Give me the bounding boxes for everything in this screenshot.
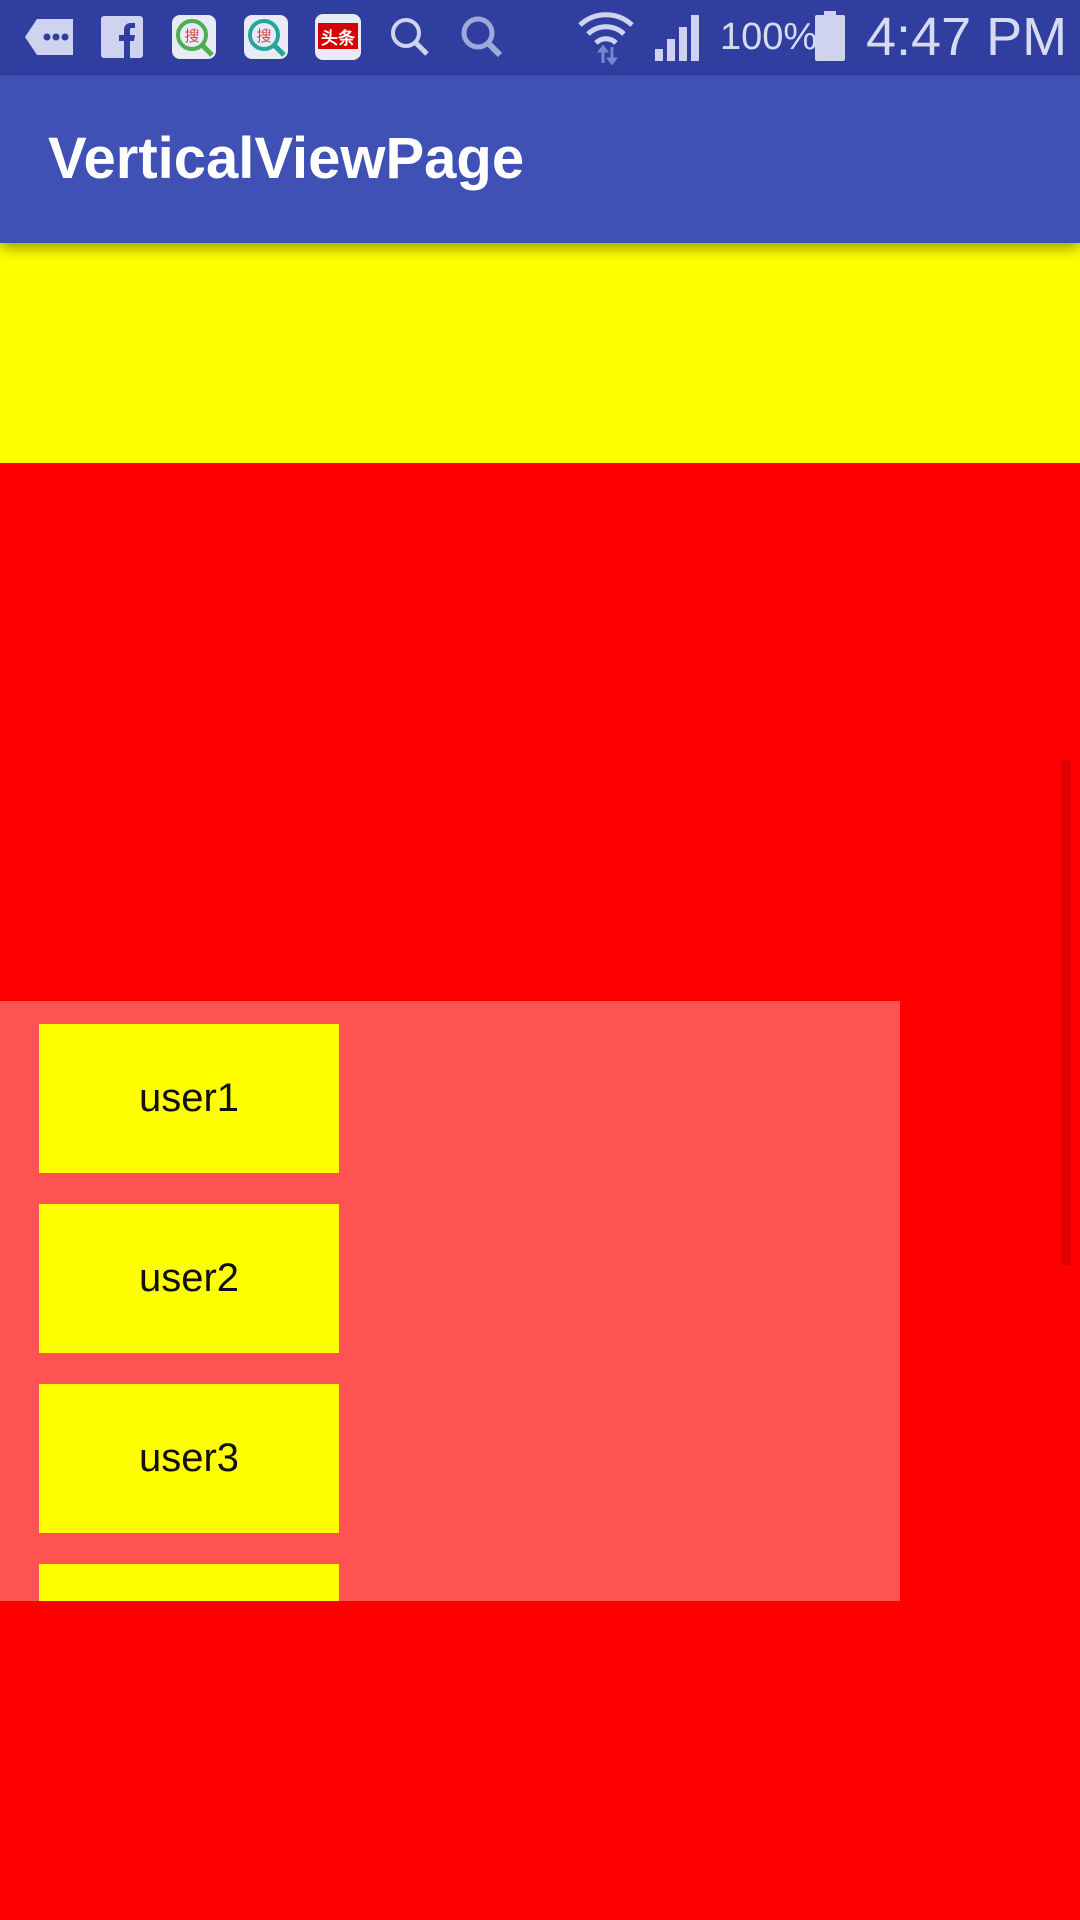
user-card-3[interactable]: user3 xyxy=(39,1384,339,1533)
app-bar: VerticalViewPage xyxy=(0,75,1080,243)
search-icon xyxy=(386,12,434,62)
user-card-label: user2 xyxy=(138,1256,240,1300)
sogou-search-icon: 搜 xyxy=(242,12,290,62)
user-card-4[interactable] xyxy=(39,1564,339,1601)
status-bar: 搜 搜 头条 100% 4:47 PM xyxy=(0,0,1080,75)
svg-text:头条: 头条 xyxy=(321,28,356,49)
signal-icon xyxy=(652,12,704,62)
messages-icon xyxy=(22,12,78,62)
facebook-icon xyxy=(100,12,144,62)
user-card-1[interactable]: user1 xyxy=(39,1024,339,1173)
battery-percent: 100% xyxy=(720,16,818,58)
svg-text:搜: 搜 xyxy=(184,27,199,45)
screen: 搜 搜 头条 100% 4:47 PM VerticalViewPage use… xyxy=(0,0,1080,1920)
svg-text:搜: 搜 xyxy=(256,27,271,45)
sogou-search-icon: 搜 xyxy=(170,12,218,62)
clock: 4:47 PM xyxy=(866,7,1068,67)
battery-icon xyxy=(814,10,846,62)
page-title: VerticalViewPage xyxy=(48,126,525,191)
user-card-2[interactable]: user2 xyxy=(39,1204,339,1353)
yellow-page-header xyxy=(0,243,1080,463)
user-card-label: user1 xyxy=(138,1076,240,1120)
toutiao-icon: 头条 xyxy=(313,12,363,62)
scrollbar[interactable] xyxy=(1061,760,1071,1265)
wifi-icon xyxy=(578,6,634,66)
user-card-label: user3 xyxy=(138,1436,240,1480)
search-icon xyxy=(458,12,506,62)
user-list-panel[interactable]: user1 user2 user3 xyxy=(0,1001,900,1601)
